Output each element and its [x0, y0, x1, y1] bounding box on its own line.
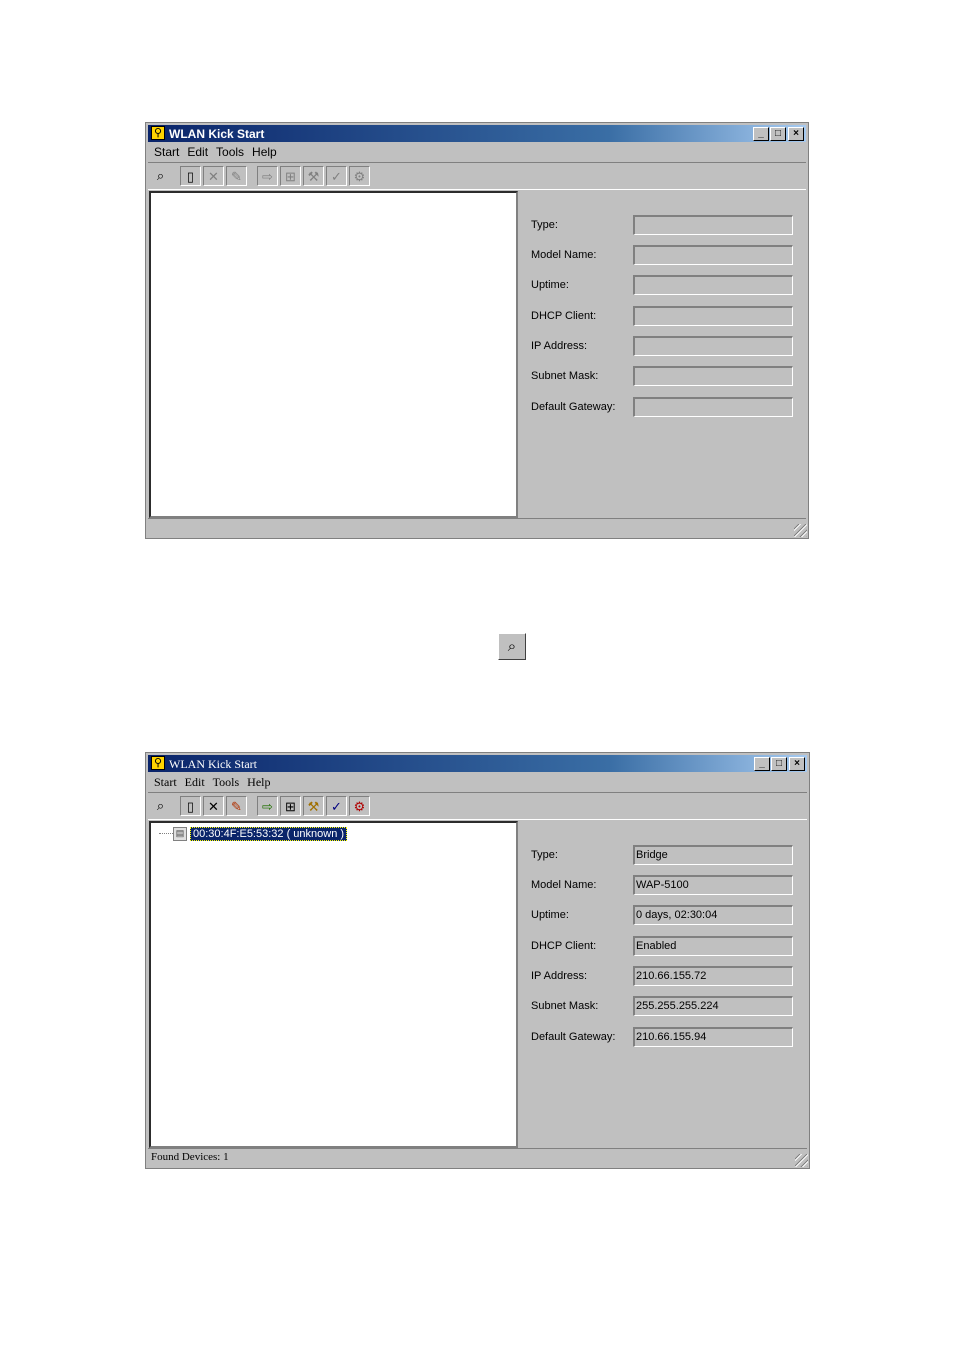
uptime-field[interactable]: 0 days, 02:30:04: [633, 905, 793, 925]
close-button[interactable]: ×: [789, 757, 805, 771]
uptime-label: Uptime:: [531, 909, 569, 921]
binoculars-icon[interactable]: ⌕: [150, 166, 171, 186]
menu-bar: Start Edit Tools Help: [150, 143, 281, 161]
window-title: WLAN Kick Start: [169, 127, 265, 141]
edit-icon[interactable]: ✎: [226, 796, 247, 816]
menu-edit[interactable]: Edit: [181, 773, 209, 792]
app-icon: ⚲: [151, 126, 165, 140]
delete-icon[interactable]: ✕: [203, 796, 224, 816]
minimize-button[interactable]: _: [753, 127, 769, 141]
tree-item-device[interactable]: ▤ 00:30:4F:E5:53:32 ( unknown ): [159, 825, 348, 841]
default-gateway-label: Default Gateway:: [531, 1031, 616, 1043]
dhcp-client-field[interactable]: Enabled: [633, 936, 793, 956]
new-document-icon[interactable]: ▯: [180, 166, 201, 186]
new-document-icon[interactable]: ▯: [180, 796, 201, 816]
delete-icon[interactable]: ✕: [203, 166, 224, 186]
resize-grip-icon[interactable]: [795, 1154, 808, 1167]
type-field[interactable]: Bridge: [633, 845, 793, 865]
menu-help[interactable]: Help: [243, 773, 274, 792]
edit-icon[interactable]: ✎: [226, 166, 247, 186]
binoculars-icon: ⌕: [498, 633, 526, 660]
security-icon[interactable]: ⊞: [280, 166, 301, 186]
ip-address-label: IP Address:: [531, 340, 588, 352]
binoculars-icon[interactable]: ⌕: [150, 796, 171, 816]
subnet-mask-label: Subnet Mask:: [531, 1000, 599, 1012]
uptime-field[interactable]: [633, 275, 793, 295]
menu-tools[interactable]: Tools: [209, 773, 244, 792]
menu-tools[interactable]: Tools: [212, 143, 248, 161]
device-tree[interactable]: [149, 191, 518, 518]
dhcp-client-label: DHCP Client:: [531, 310, 597, 322]
window-title: WLAN Kick Start: [169, 757, 257, 771]
security-icon[interactable]: ⊞: [280, 796, 301, 816]
dhcp-client-label: DHCP Client:: [531, 940, 597, 952]
default-gateway-field[interactable]: [633, 397, 793, 417]
menu-start[interactable]: Start: [150, 773, 181, 792]
subnet-mask-field[interactable]: 255.255.255.224: [633, 996, 793, 1016]
ip-address-field[interactable]: 210.66.155.72: [633, 966, 793, 986]
type-label: Type:: [531, 849, 558, 861]
type-field[interactable]: [633, 215, 793, 235]
default-gateway-field[interactable]: 210.66.155.94: [633, 1027, 793, 1047]
subnet-mask-field[interactable]: [633, 366, 793, 386]
subnet-mask-label: Subnet Mask:: [531, 370, 599, 382]
maximize-button[interactable]: □: [771, 757, 787, 771]
device-icon: ▤: [173, 826, 187, 841]
device-label[interactable]: 00:30:4F:E5:53:32 ( unknown ): [190, 826, 348, 841]
toolbar: ⌕ ▯ ✕ ✎ ⇨ ⊞ ⚒ ✓ ⚙: [148, 792, 807, 820]
wrench-icon[interactable]: ⚒: [303, 166, 324, 186]
default-gateway-label: Default Gateway:: [531, 401, 616, 413]
model-name-field[interactable]: [633, 245, 793, 265]
ip-address-field[interactable]: [633, 336, 793, 356]
type-label: Type:: [531, 219, 558, 231]
status-bar: [148, 518, 806, 536]
maximize-button[interactable]: □: [770, 127, 786, 141]
model-name-label: Model Name:: [531, 249, 597, 261]
reset-icon[interactable]: ⚙: [349, 796, 370, 816]
status-bar: Found Devices: 1: [148, 1148, 807, 1166]
title-bar[interactable]: ⚲ WLAN Kick Start _ □ ×: [148, 755, 807, 772]
wrench-icon[interactable]: ⚒: [303, 796, 324, 816]
device-tree: ▤ 00:30:4F:E5:53:32 ( unknown ): [149, 821, 518, 1148]
device-config-icon[interactable]: ⇨: [257, 796, 278, 816]
device-config-icon[interactable]: ⇨: [257, 166, 278, 186]
ip-address-label: IP Address:: [531, 970, 588, 982]
reset-icon[interactable]: ⚙: [349, 166, 370, 186]
model-name-label: Model Name:: [531, 879, 597, 891]
menu-edit[interactable]: Edit: [183, 143, 212, 161]
minimize-button[interactable]: _: [754, 757, 770, 771]
resize-grip-icon[interactable]: [794, 524, 807, 537]
upgrade-icon[interactable]: ✓: [326, 796, 347, 816]
menu-help[interactable]: Help: [248, 143, 281, 161]
upgrade-icon[interactable]: ✓: [326, 166, 347, 186]
toolbar: ⌕ ▯ ✕ ✎ ⇨ ⊞ ⚒ ✓ ⚙: [148, 162, 806, 190]
menu-start[interactable]: Start: [150, 143, 183, 161]
app-icon: ⚲: [151, 756, 165, 770]
dhcp-client-field[interactable]: [633, 306, 793, 326]
window-populated: ⚲ WLAN Kick Start _ □ × Start Edit Tools Help…: [145, 752, 810, 1169]
window-empty: ⚲ WLAN Kick Start _ □ × Start Edit Tools Help…: [145, 122, 809, 539]
menu-bar: Start Edit Tools Help: [150, 773, 275, 791]
uptime-label: Uptime:: [531, 279, 569, 291]
close-button[interactable]: ×: [788, 127, 804, 141]
title-bar[interactable]: ⚲ WLAN Kick Start _ □ ×: [148, 125, 806, 142]
model-name-field[interactable]: WAP-5100: [633, 875, 793, 895]
